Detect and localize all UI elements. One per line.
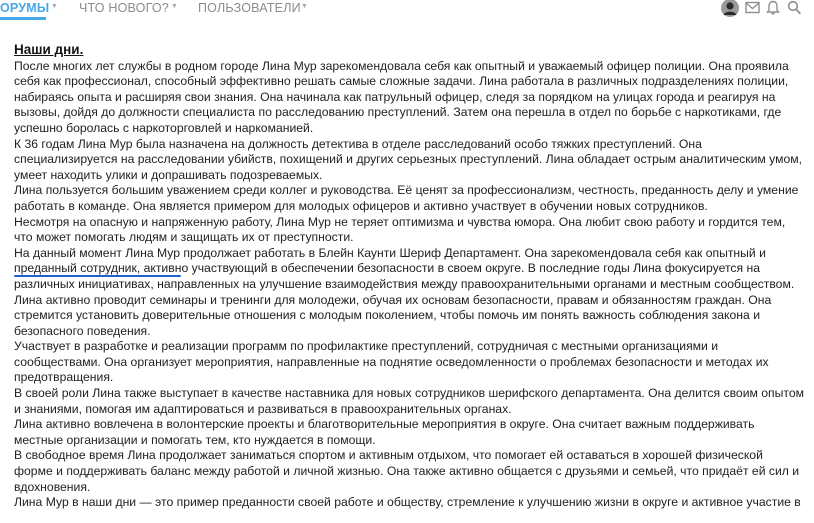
paragraph: Лина пользуется большим уважением среди … (14, 183, 799, 213)
mail-icon[interactable] (745, 1, 760, 19)
paragraph: В свободное время Лина продолжает занима… (14, 448, 800, 494)
paragraph: Лина активно проводит семинары и тренинг… (14, 292, 772, 338)
tab-forums[interactable]: ОРУМЫ (0, 0, 49, 16)
top-navigation: ОРУМЫ ▼ ЧТО НОВОГО? ▼ ПОЛЬЗОВАТЕЛИ ▼ (0, 0, 814, 24)
active-tab-indicator (0, 17, 46, 20)
tab-whats-new[interactable]: ЧТО НОВОГО? (79, 0, 169, 16)
paragraph: Участвует в разработке и реализации прог… (14, 339, 769, 385)
user-toolbar (714, 0, 814, 18)
paragraph: Лина активно вовлечена в волонтерские пр… (14, 417, 755, 447)
paragraph: После многих лет службы в родном городе … (14, 58, 789, 135)
chevron-down-icon[interactable]: ▼ (301, 2, 308, 12)
bell-icon[interactable] (766, 0, 780, 20)
tab-users[interactable]: ПОЛЬЗОВАТЕЛИ (198, 0, 301, 16)
avatar[interactable] (721, 0, 739, 22)
paragraph: Лина Мур в наши дни — это пример преданн… (14, 495, 801, 510)
chevron-down-icon[interactable]: ▼ (51, 2, 58, 12)
paragraph: К 36 годам Лина Мур была назначена на до… (14, 136, 803, 182)
paragraph: В своей роли Лина также выступает в каче… (14, 386, 805, 416)
post-title: Наши дни. (14, 42, 84, 57)
paragraph: На данный момент Лина Мур продолжает раб… (14, 245, 795, 291)
search-icon[interactable] (787, 0, 801, 20)
paragraph: Несмотря на опасную и напряженную работу… (14, 214, 786, 245)
chevron-down-icon[interactable]: ▼ (171, 2, 178, 12)
highlight-underline (14, 275, 181, 277)
